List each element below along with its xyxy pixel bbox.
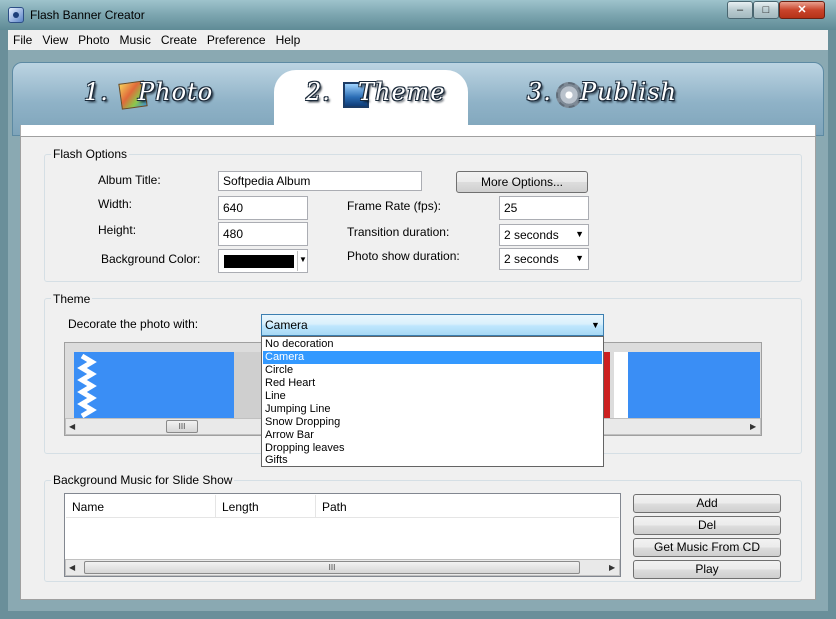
photo-show-duration-value: 2 seconds xyxy=(504,252,559,266)
tab-photo[interactable]: Photo xyxy=(138,78,213,112)
menu-photo[interactable]: Photo xyxy=(73,30,114,50)
arrow-bar-decoration-icon xyxy=(77,353,97,418)
flash-options-label: Flash Options xyxy=(51,147,130,161)
dropdown-option-snow-dropping[interactable]: Snow Dropping xyxy=(263,416,602,429)
chevron-down-icon[interactable]: ▼ xyxy=(299,255,307,264)
height-input[interactable]: 480 xyxy=(218,222,308,246)
scroll-thumb[interactable]: III xyxy=(84,561,580,574)
minimize-button[interactable]: – xyxy=(727,1,753,19)
menu-preference[interactable]: Preference xyxy=(202,30,271,50)
preview-gap xyxy=(234,352,262,418)
album-title-input[interactable]: Softpedia Album xyxy=(218,171,422,191)
tab-publish-number[interactable]: 3. xyxy=(527,78,552,112)
photo-show-duration-label: Photo show duration: xyxy=(347,249,460,263)
photo-show-duration-select[interactable]: 2 seconds ▼ xyxy=(499,248,589,270)
menu-music[interactable]: Music xyxy=(115,30,156,50)
scroll-left-icon[interactable]: ◀ xyxy=(69,422,75,431)
menu-help[interactable]: Help xyxy=(271,30,306,50)
decorate-label: Decorate the photo with: xyxy=(68,317,199,331)
menu-bar: File View Photo Music Create Preference Help xyxy=(8,30,828,50)
tab-theme[interactable]: Theme xyxy=(358,78,446,112)
theme-group-label: Theme xyxy=(51,292,93,306)
background-color-swatch xyxy=(224,255,294,268)
maximize-button[interactable]: □ xyxy=(753,1,779,19)
frame-rate-input[interactable]: 25 xyxy=(499,196,589,220)
delete-music-button[interactable]: Del xyxy=(633,516,781,535)
play-music-button[interactable]: Play xyxy=(633,560,781,579)
window-title: Flash Banner Creator xyxy=(30,8,145,22)
dropdown-option-no-decoration[interactable]: No decoration xyxy=(263,338,602,351)
more-options-button[interactable]: More Options... xyxy=(456,171,588,193)
transition-duration-select[interactable]: 2 seconds ▼ xyxy=(499,224,589,246)
width-label: Width: xyxy=(98,197,133,211)
column-header-length[interactable]: Length xyxy=(216,495,316,517)
transition-duration-value: 2 seconds xyxy=(504,228,559,242)
album-title-label: Album Title: xyxy=(98,173,161,187)
dropdown-option-arrow-bar[interactable]: Arrow Bar xyxy=(263,429,602,442)
dropdown-option-gifts[interactable]: Gifts xyxy=(263,454,602,467)
background-color-label: Background Color: xyxy=(101,252,201,266)
add-music-button[interactable]: Add xyxy=(633,494,781,513)
frame-rate-label: Frame Rate (fps): xyxy=(347,199,442,213)
scroll-thumb[interactable]: III xyxy=(166,420,198,433)
get-music-from-cd-button[interactable]: Get Music From CD xyxy=(633,538,781,557)
height-label: Height: xyxy=(98,223,137,237)
width-input[interactable]: 640 xyxy=(218,196,308,220)
preview-white-frame xyxy=(614,352,628,418)
dropdown-option-red-heart[interactable]: Red Heart xyxy=(263,377,602,390)
chevron-down-icon[interactable]: ▼ xyxy=(575,253,584,263)
dropdown-option-line[interactable]: Line xyxy=(263,390,602,403)
preview-thumbnail[interactable] xyxy=(74,352,234,418)
dropdown-option-circle[interactable]: Circle xyxy=(263,364,602,377)
tab-theme-number[interactable]: 2. xyxy=(306,78,331,112)
tab-publish[interactable]: Publish xyxy=(580,78,677,112)
chevron-down-icon[interactable]: ▼ xyxy=(591,320,600,330)
transition-duration-label: Transition duration: xyxy=(347,225,450,239)
chevron-down-icon[interactable]: ▼ xyxy=(575,229,584,239)
menu-view[interactable]: View xyxy=(37,30,73,50)
decorate-dropdown-list[interactable]: No decoration Camera Circle Red Heart Li… xyxy=(261,336,604,467)
preview-thumbnail[interactable] xyxy=(628,352,760,418)
dropdown-option-jumping-line[interactable]: Jumping Line xyxy=(263,403,602,416)
scroll-right-icon[interactable]: ▶ xyxy=(750,422,756,431)
decorate-select[interactable]: Camera ▼ xyxy=(261,314,604,336)
music-group-label: Background Music for Slide Show xyxy=(51,473,235,487)
app-icon xyxy=(8,7,24,23)
column-header-path[interactable]: Path xyxy=(316,495,619,517)
gear-icon[interactable] xyxy=(556,82,582,108)
music-list-scrollbar[interactable]: ◀ III ▶ xyxy=(65,559,620,576)
close-button[interactable]: ✕ xyxy=(779,1,825,19)
background-color-picker[interactable]: ▼ xyxy=(218,249,308,273)
menu-create[interactable]: Create xyxy=(156,30,202,50)
column-header-name[interactable]: Name xyxy=(66,495,216,517)
menu-file[interactable]: File xyxy=(8,30,37,50)
decorate-select-value: Camera xyxy=(265,318,308,332)
dropdown-option-camera[interactable]: Camera xyxy=(263,351,602,364)
scroll-right-icon[interactable]: ▶ xyxy=(609,563,615,572)
tab-photo-number[interactable]: 1. xyxy=(84,78,109,112)
scroll-left-icon[interactable]: ◀ xyxy=(69,563,75,572)
